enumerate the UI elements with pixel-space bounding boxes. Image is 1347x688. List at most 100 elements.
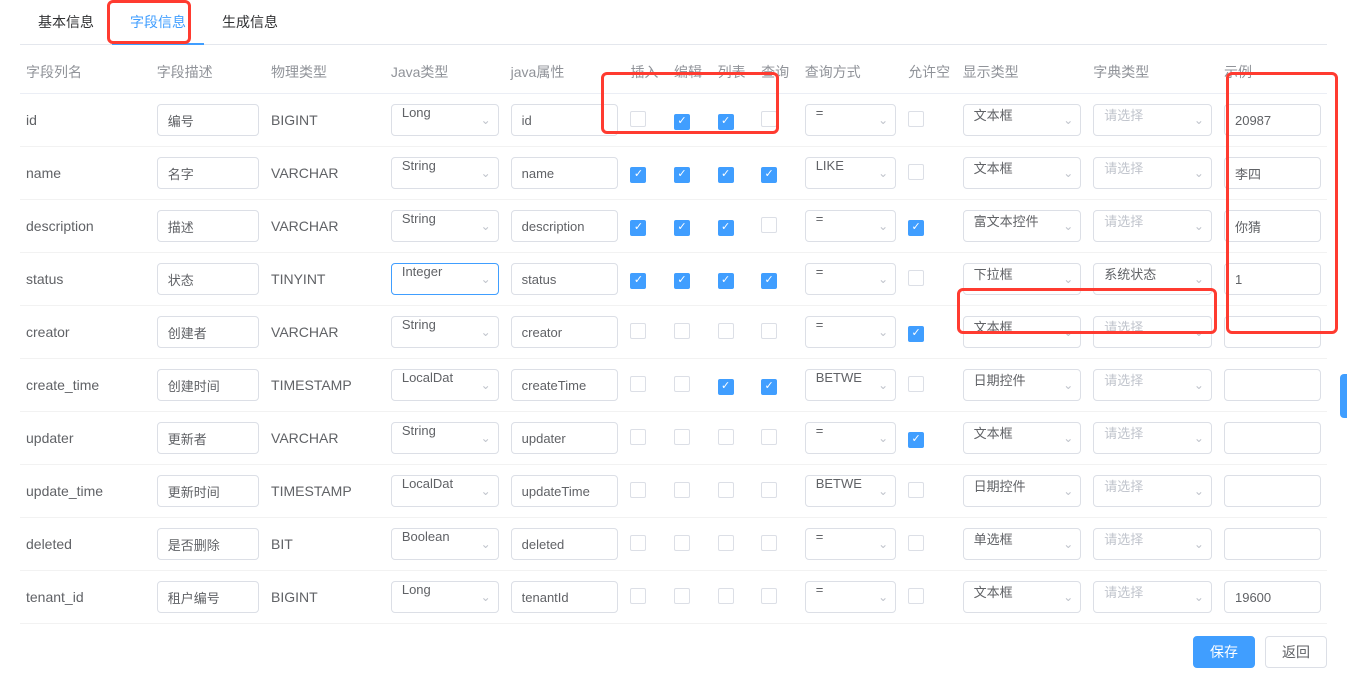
java-attr-input[interactable] [511,369,619,401]
java-type-select[interactable]: LocalDat [391,369,499,401]
java-attr-input[interactable] [511,528,619,560]
dict-type-select[interactable]: 请选择 [1093,475,1212,507]
example-input[interactable] [1224,157,1321,189]
display-type-select[interactable]: 文本框 [963,422,1082,454]
list-checkbox[interactable] [718,535,734,551]
display-type-select[interactable]: 文本框 [963,157,1082,189]
java-attr-input[interactable] [511,475,619,507]
display-type-select[interactable]: 文本框 [963,581,1082,613]
edit-checkbox[interactable] [674,588,690,604]
example-input[interactable] [1224,210,1321,242]
edit-checkbox[interactable] [674,323,690,339]
query-checkbox[interactable] [761,111,777,127]
allow-null-checkbox[interactable] [908,482,924,498]
display-type-select[interactable]: 文本框 [963,104,1082,136]
dict-type-select[interactable]: 请选择 [1093,369,1212,401]
ins-checkbox[interactable] [630,429,646,445]
list-checkbox[interactable] [718,323,734,339]
desc-input[interactable] [157,528,259,560]
desc-input[interactable] [157,263,259,295]
java-attr-input[interactable] [511,316,619,348]
example-input[interactable] [1224,104,1321,136]
edit-checkbox[interactable] [674,167,690,183]
java-type-select[interactable]: String [391,157,499,189]
desc-input[interactable] [157,581,259,613]
edit-checkbox[interactable] [674,482,690,498]
query-checkbox[interactable] [761,217,777,233]
query-mode-select[interactable]: = [805,528,896,560]
ins-checkbox[interactable] [630,220,646,236]
desc-input[interactable] [157,316,259,348]
back-button[interactable]: 返回 [1265,636,1327,668]
dict-type-select[interactable]: 请选择 [1093,157,1212,189]
query-checkbox[interactable] [761,323,777,339]
ins-checkbox[interactable] [630,167,646,183]
java-attr-input[interactable] [511,104,619,136]
edit-checkbox[interactable] [674,429,690,445]
display-type-select[interactable]: 日期控件 [963,475,1082,507]
allow-null-checkbox[interactable] [908,164,924,180]
desc-input[interactable] [157,369,259,401]
query-mode-select[interactable]: = [805,316,896,348]
allow-null-checkbox[interactable] [908,535,924,551]
display-type-select[interactable]: 富文本控件 [963,210,1082,242]
desc-input[interactable] [157,475,259,507]
list-checkbox[interactable] [718,588,734,604]
example-input[interactable] [1224,316,1321,348]
ins-checkbox[interactable] [630,482,646,498]
allow-null-checkbox[interactable] [908,111,924,127]
java-type-select[interactable]: String [391,210,499,242]
dict-type-select[interactable]: 请选择 [1093,210,1212,242]
query-checkbox[interactable] [761,535,777,551]
example-input[interactable] [1224,475,1321,507]
allow-null-checkbox[interactable] [908,376,924,392]
example-input[interactable] [1224,581,1321,613]
query-mode-select[interactable]: = [805,422,896,454]
query-checkbox[interactable] [761,379,777,395]
java-attr-input[interactable] [511,581,619,613]
edit-checkbox[interactable] [674,220,690,236]
list-checkbox[interactable] [718,273,734,289]
java-type-select[interactable]: Boolean [391,528,499,560]
query-mode-select[interactable]: BETWE [805,369,896,401]
example-input[interactable] [1224,263,1321,295]
dict-type-select[interactable]: 系统状态 [1093,263,1212,295]
dict-type-select[interactable]: 请选择 [1093,581,1212,613]
query-mode-select[interactable]: = [805,210,896,242]
list-checkbox[interactable] [718,220,734,236]
edit-checkbox[interactable] [674,114,690,130]
java-attr-input[interactable] [511,157,619,189]
java-type-select[interactable]: Long [391,104,499,136]
java-type-select[interactable]: String [391,422,499,454]
scrollbar-thumb[interactable] [1340,374,1347,418]
tab-0[interactable]: 基本信息 [20,0,112,44]
ins-checkbox[interactable] [630,376,646,392]
java-type-select[interactable]: Integer [391,263,499,295]
tab-2[interactable]: 生成信息 [204,0,296,44]
query-mode-select[interactable]: = [805,263,896,295]
ins-checkbox[interactable] [630,535,646,551]
query-checkbox[interactable] [761,482,777,498]
ins-checkbox[interactable] [630,273,646,289]
allow-null-checkbox[interactable] [908,326,924,342]
list-checkbox[interactable] [718,379,734,395]
query-mode-select[interactable]: = [805,581,896,613]
java-type-select[interactable]: LocalDat [391,475,499,507]
java-type-select[interactable]: Long [391,581,499,613]
edit-checkbox[interactable] [674,376,690,392]
query-checkbox[interactable] [761,429,777,445]
dict-type-select[interactable]: 请选择 [1093,422,1212,454]
java-attr-input[interactable] [511,263,619,295]
java-attr-input[interactable] [511,422,619,454]
example-input[interactable] [1224,369,1321,401]
edit-checkbox[interactable] [674,535,690,551]
query-checkbox[interactable] [761,167,777,183]
ins-checkbox[interactable] [630,111,646,127]
example-input[interactable] [1224,528,1321,560]
edit-checkbox[interactable] [674,273,690,289]
list-checkbox[interactable] [718,429,734,445]
query-checkbox[interactable] [761,273,777,289]
save-button[interactable]: 保存 [1193,636,1255,668]
query-mode-select[interactable]: BETWE [805,475,896,507]
query-checkbox[interactable] [761,588,777,604]
